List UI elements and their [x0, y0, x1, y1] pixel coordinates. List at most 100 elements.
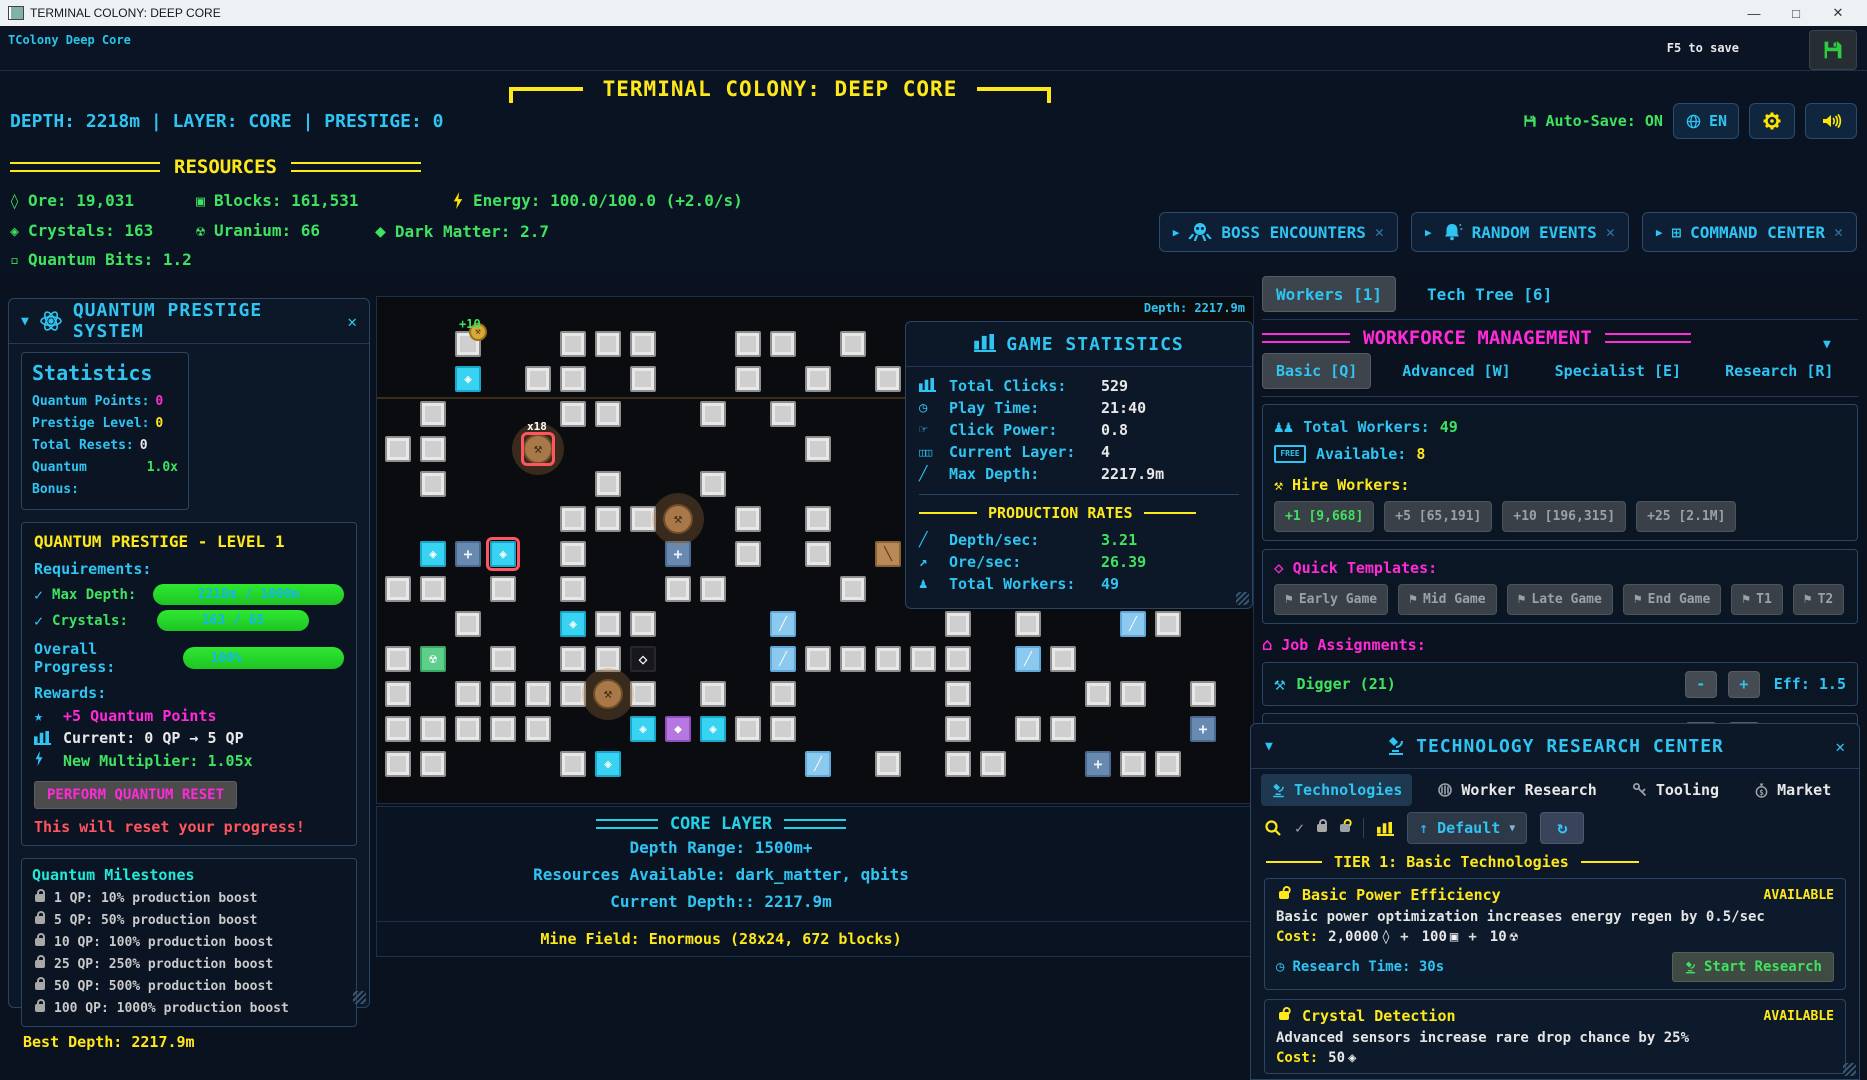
tab-worker-research[interactable]: Worker Research — [1427, 774, 1606, 806]
mine-block-stone[interactable] — [1120, 751, 1146, 777]
mine-block-stone[interactable] — [700, 401, 726, 427]
close-icon[interactable]: ✕ — [1834, 223, 1843, 241]
mine-block-stone[interactable] — [630, 611, 656, 637]
resize-handle[interactable] — [1236, 592, 1249, 605]
mine-block-ice[interactable]: ╱ — [1015, 646, 1041, 672]
mine-block-stone[interactable] — [490, 646, 516, 672]
mine-block-stone[interactable] — [385, 751, 411, 777]
template-t1-button[interactable]: ⚑T1 — [1731, 584, 1782, 615]
mine-block-stone[interactable] — [910, 646, 936, 672]
tab-tech-tree[interactable]: Tech Tree [6] — [1414, 277, 1565, 311]
mine-block-stone[interactable] — [560, 331, 586, 357]
mine-block-stone[interactable] — [560, 751, 586, 777]
mine-block-stone[interactable] — [735, 366, 761, 392]
mine-block-crystal[interactable]: ◆ — [665, 716, 691, 742]
tab-market[interactable]: $ Market — [1744, 774, 1841, 806]
mine-block-stone[interactable] — [455, 681, 481, 707]
mine-block-ice[interactable]: ╱ — [805, 751, 831, 777]
mine-block-stone[interactable] — [560, 541, 586, 567]
tab-technologies[interactable]: Technologies — [1261, 774, 1412, 806]
check-filter-icon[interactable]: ✓ — [1295, 819, 1304, 837]
mine-block-stone[interactable] — [525, 716, 551, 742]
mine-block-stone[interactable] — [595, 611, 621, 637]
start-research-button[interactable]: Start Research — [1672, 952, 1834, 982]
mine-block-tech[interactable]: + — [1085, 751, 1111, 777]
close-icon[interactable]: ✕ — [1375, 223, 1384, 241]
refresh-button[interactable]: ↻ — [1540, 812, 1584, 844]
mine-block-stone[interactable] — [420, 471, 446, 497]
hire-1-button[interactable]: +1 [9,668] — [1274, 501, 1374, 532]
mine-block-stone[interactable] — [385, 576, 411, 602]
mine-block-ice[interactable]: ╱ — [770, 646, 796, 672]
resize-handle[interactable] — [1843, 1063, 1856, 1076]
mine-block-stone[interactable] — [385, 646, 411, 672]
mine-block-stone[interactable] — [595, 471, 621, 497]
decrease-button[interactable]: - — [1685, 671, 1717, 698]
mine-block-stone[interactable] — [420, 716, 446, 742]
mine-block-stone[interactable] — [700, 681, 726, 707]
mine-block-stone[interactable] — [945, 681, 971, 707]
mine-block-tech[interactable]: + — [1190, 716, 1216, 742]
mine-block-stone[interactable] — [595, 401, 621, 427]
search-icon[interactable] — [1264, 819, 1282, 837]
command-center-button[interactable]: ▶ ⊞ COMMAND CENTER ✕ — [1642, 212, 1857, 252]
tab-advanced[interactable]: Advanced [W] — [1389, 354, 1523, 388]
mine-block-stone[interactable] — [770, 331, 796, 357]
close-icon[interactable]: ✕ — [1835, 737, 1845, 756]
mine-block-dirt[interactable]: ╲ — [875, 541, 901, 567]
mine-block-stone[interactable] — [700, 471, 726, 497]
mine-block-stone[interactable] — [1190, 681, 1216, 707]
mine-block-stone[interactable] — [875, 646, 901, 672]
mine-block-stone[interactable] — [875, 751, 901, 777]
template-end-game-button[interactable]: ⚑End Game — [1623, 584, 1721, 615]
tab-specialist[interactable]: Specialist [E] — [1542, 354, 1694, 388]
mine-block-stone[interactable] — [840, 646, 866, 672]
mine-block-stone[interactable] — [735, 541, 761, 567]
mine-block-stone[interactable] — [1015, 716, 1041, 742]
mine-block-gem[interactable]: ◈ — [420, 541, 446, 567]
tab-workers[interactable]: Workers [1] — [1262, 276, 1396, 312]
mine-block-stone[interactable] — [945, 751, 971, 777]
mine-block-stone[interactable] — [805, 646, 831, 672]
mine-block-stone[interactable] — [420, 401, 446, 427]
mine-block-stone[interactable] — [560, 576, 586, 602]
collapse-icon[interactable]: ▼ — [21, 314, 29, 329]
mine-block-wgem[interactable]: ◇ — [630, 646, 656, 672]
mine-block-stone[interactable] — [385, 716, 411, 742]
locked-filter-icon[interactable] — [1317, 824, 1327, 832]
mine-block-stone[interactable] — [1050, 646, 1076, 672]
sort-chart-icon[interactable] — [1377, 819, 1394, 838]
mine-block-stone[interactable] — [770, 401, 796, 427]
mine-block-stone[interactable] — [420, 576, 446, 602]
mine-block-stone[interactable] — [595, 506, 621, 532]
mine-block-gem[interactable]: ◈ — [455, 366, 481, 392]
mine-block-gem[interactable]: ◈ — [630, 716, 656, 742]
sound-button[interactable] — [1805, 103, 1857, 139]
mine-block-stone[interactable] — [945, 611, 971, 637]
mine-block-stone[interactable] — [735, 716, 761, 742]
mine-block-gem[interactable]: ◈ — [595, 751, 621, 777]
template-t2-button[interactable]: ⚑T2 — [1793, 584, 1844, 615]
hire-10-button[interactable]: +10 [196,315] — [1502, 501, 1626, 532]
mine-block-stone[interactable] — [1085, 681, 1111, 707]
mine-block-stone[interactable] — [1120, 681, 1146, 707]
template-late-game-button[interactable]: ⚑Late Game — [1507, 584, 1613, 615]
mine-block-stone[interactable] — [700, 576, 726, 602]
resize-handle[interactable] — [353, 991, 366, 1004]
hire-5-button[interactable]: +5 [65,191] — [1384, 501, 1492, 532]
mine-block-ice[interactable]: ╱ — [770, 611, 796, 637]
settings-button[interactable] — [1749, 103, 1795, 139]
mine-block-stone[interactable] — [770, 716, 796, 742]
mine-block-stone[interactable] — [805, 366, 831, 392]
close-button[interactable]: ✕ — [1817, 5, 1859, 21]
mine-block-stone[interactable] — [630, 331, 656, 357]
mine-block-stone[interactable] — [385, 436, 411, 462]
mine-block-stone[interactable] — [630, 366, 656, 392]
minimize-button[interactable]: — — [1733, 6, 1775, 21]
mine-block-tech[interactable]: + — [455, 541, 481, 567]
mine-block-ice[interactable]: ╱ — [1120, 611, 1146, 637]
mine-block-stone[interactable] — [735, 506, 761, 532]
mine-block-uranium[interactable]: ☢ — [420, 646, 446, 672]
mine-block-gem[interactable]: ◈ — [700, 716, 726, 742]
mine-block-stone[interactable] — [455, 716, 481, 742]
